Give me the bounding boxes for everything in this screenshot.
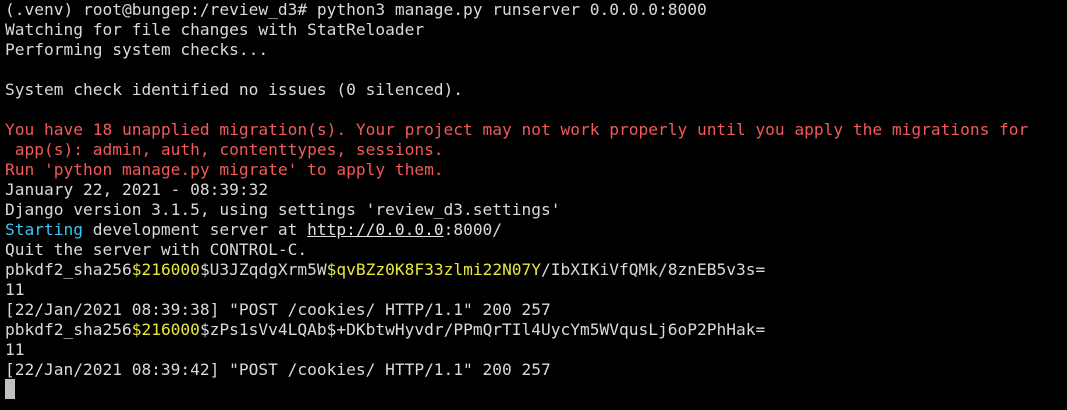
terminal-text-segment: Starting xyxy=(5,220,83,239)
terminal-text-segment: You have 18 unapplied migration(s). Your… xyxy=(5,120,1029,139)
terminal-line-output: January 22, 2021 - 08:39:32 xyxy=(5,180,1067,200)
terminal-line-output: pbkdf2_sha256$216000$zPs1sVv4LQAb$+DKbtw… xyxy=(5,320,1067,340)
terminal-text-segment: pbkdf2_sha256 xyxy=(5,320,132,339)
terminal-text-segment: Performing system checks... xyxy=(5,40,269,59)
terminal-text-segment: Run 'python manage.py migrate' to apply … xyxy=(5,160,444,179)
terminal-text-segment: Watching for file changes with StatReloa… xyxy=(5,20,425,39)
terminal-line-output: Starting development server at http://0.… xyxy=(5,220,1067,240)
terminal-text-segment: (.venv) root@bungep:/review_d3# python3 … xyxy=(5,0,707,19)
terminal-line-output: pbkdf2_sha256$216000$U3JZqdgXrm5W$qvBZz0… xyxy=(5,260,1067,280)
terminal-text-segment: /IbXIKiVfQMk/8znEB5v3s= xyxy=(541,260,766,279)
terminal-text-segment: Quit the server with CONTROL-C. xyxy=(5,240,308,259)
terminal-text-segment: [22/Jan/2021 08:39:38] "POST /cookies/ H… xyxy=(5,300,551,319)
terminal-window[interactable]: (.venv) root@bungep:/review_d3# python3 … xyxy=(0,0,1067,410)
terminal-text-segment: 11 xyxy=(5,340,25,359)
terminal-text-segment: $216000 xyxy=(131,260,200,279)
terminal-line-warning: You have 18 unapplied migration(s). Your… xyxy=(5,120,1067,140)
terminal-text-segment: app(s): admin, auth, contenttypes, sessi… xyxy=(5,140,444,159)
terminal-line-output: 11 xyxy=(5,280,1067,300)
terminal-text-segment: $216000 xyxy=(131,320,200,339)
terminal-text-segment: pbkdf2_sha256 xyxy=(5,260,132,279)
terminal-line-prompt: (.venv) root@bungep:/review_d3# python3 … xyxy=(5,0,1067,20)
terminal-line-output: 11 xyxy=(5,340,1067,360)
terminal-line-output: Django version 3.1.5, using settings 're… xyxy=(5,200,1067,220)
terminal-text-segment: 11 xyxy=(5,280,25,299)
terminal-text-segment: $zPs1sVv4LQAb$+DKbtwHyvdr/PPmQrTIl4UycYm… xyxy=(199,320,766,339)
terminal-text-segment: development server at xyxy=(82,220,308,239)
terminal-text-segment: $U3JZqdgXrm5W xyxy=(199,260,327,279)
terminal-text-segment: January 22, 2021 - 08:39:32 xyxy=(5,180,269,199)
terminal-line-log: [22/Jan/2021 08:39:42] "POST /cookies/ H… xyxy=(5,360,1067,380)
terminal-output: (.venv) root@bungep:/review_d3# python3 … xyxy=(5,0,1067,380)
terminal-cursor-line xyxy=(5,379,1067,400)
server-url-link[interactable]: http://0.0.0.0 xyxy=(307,220,443,239)
terminal-text-segment: System check identified no issues (0 sil… xyxy=(5,80,464,99)
terminal-line-output: Performing system checks... xyxy=(5,40,1067,60)
terminal-text-segment: [22/Jan/2021 08:39:42] "POST /cookies/ H… xyxy=(5,360,551,379)
terminal-text-segment: $qvBZz0K8F33zlmi22N07Y xyxy=(326,260,542,279)
terminal-line-log: [22/Jan/2021 08:39:38] "POST /cookies/ H… xyxy=(5,300,1067,320)
terminal-text-segment: :8000/ xyxy=(443,220,503,239)
terminal-line-warning: Run 'python manage.py migrate' to apply … xyxy=(5,160,1067,180)
terminal-line-output: Watching for file changes with StatReloa… xyxy=(5,20,1067,40)
terminal-line-output: System check identified no issues (0 sil… xyxy=(5,80,1067,100)
terminal-line-output: Quit the server with CONTROL-C. xyxy=(5,240,1067,260)
terminal-line-warning: app(s): admin, auth, contenttypes, sessi… xyxy=(5,140,1067,160)
text-cursor xyxy=(5,379,15,399)
terminal-text-segment: Django version 3.1.5, using settings 're… xyxy=(5,200,561,219)
